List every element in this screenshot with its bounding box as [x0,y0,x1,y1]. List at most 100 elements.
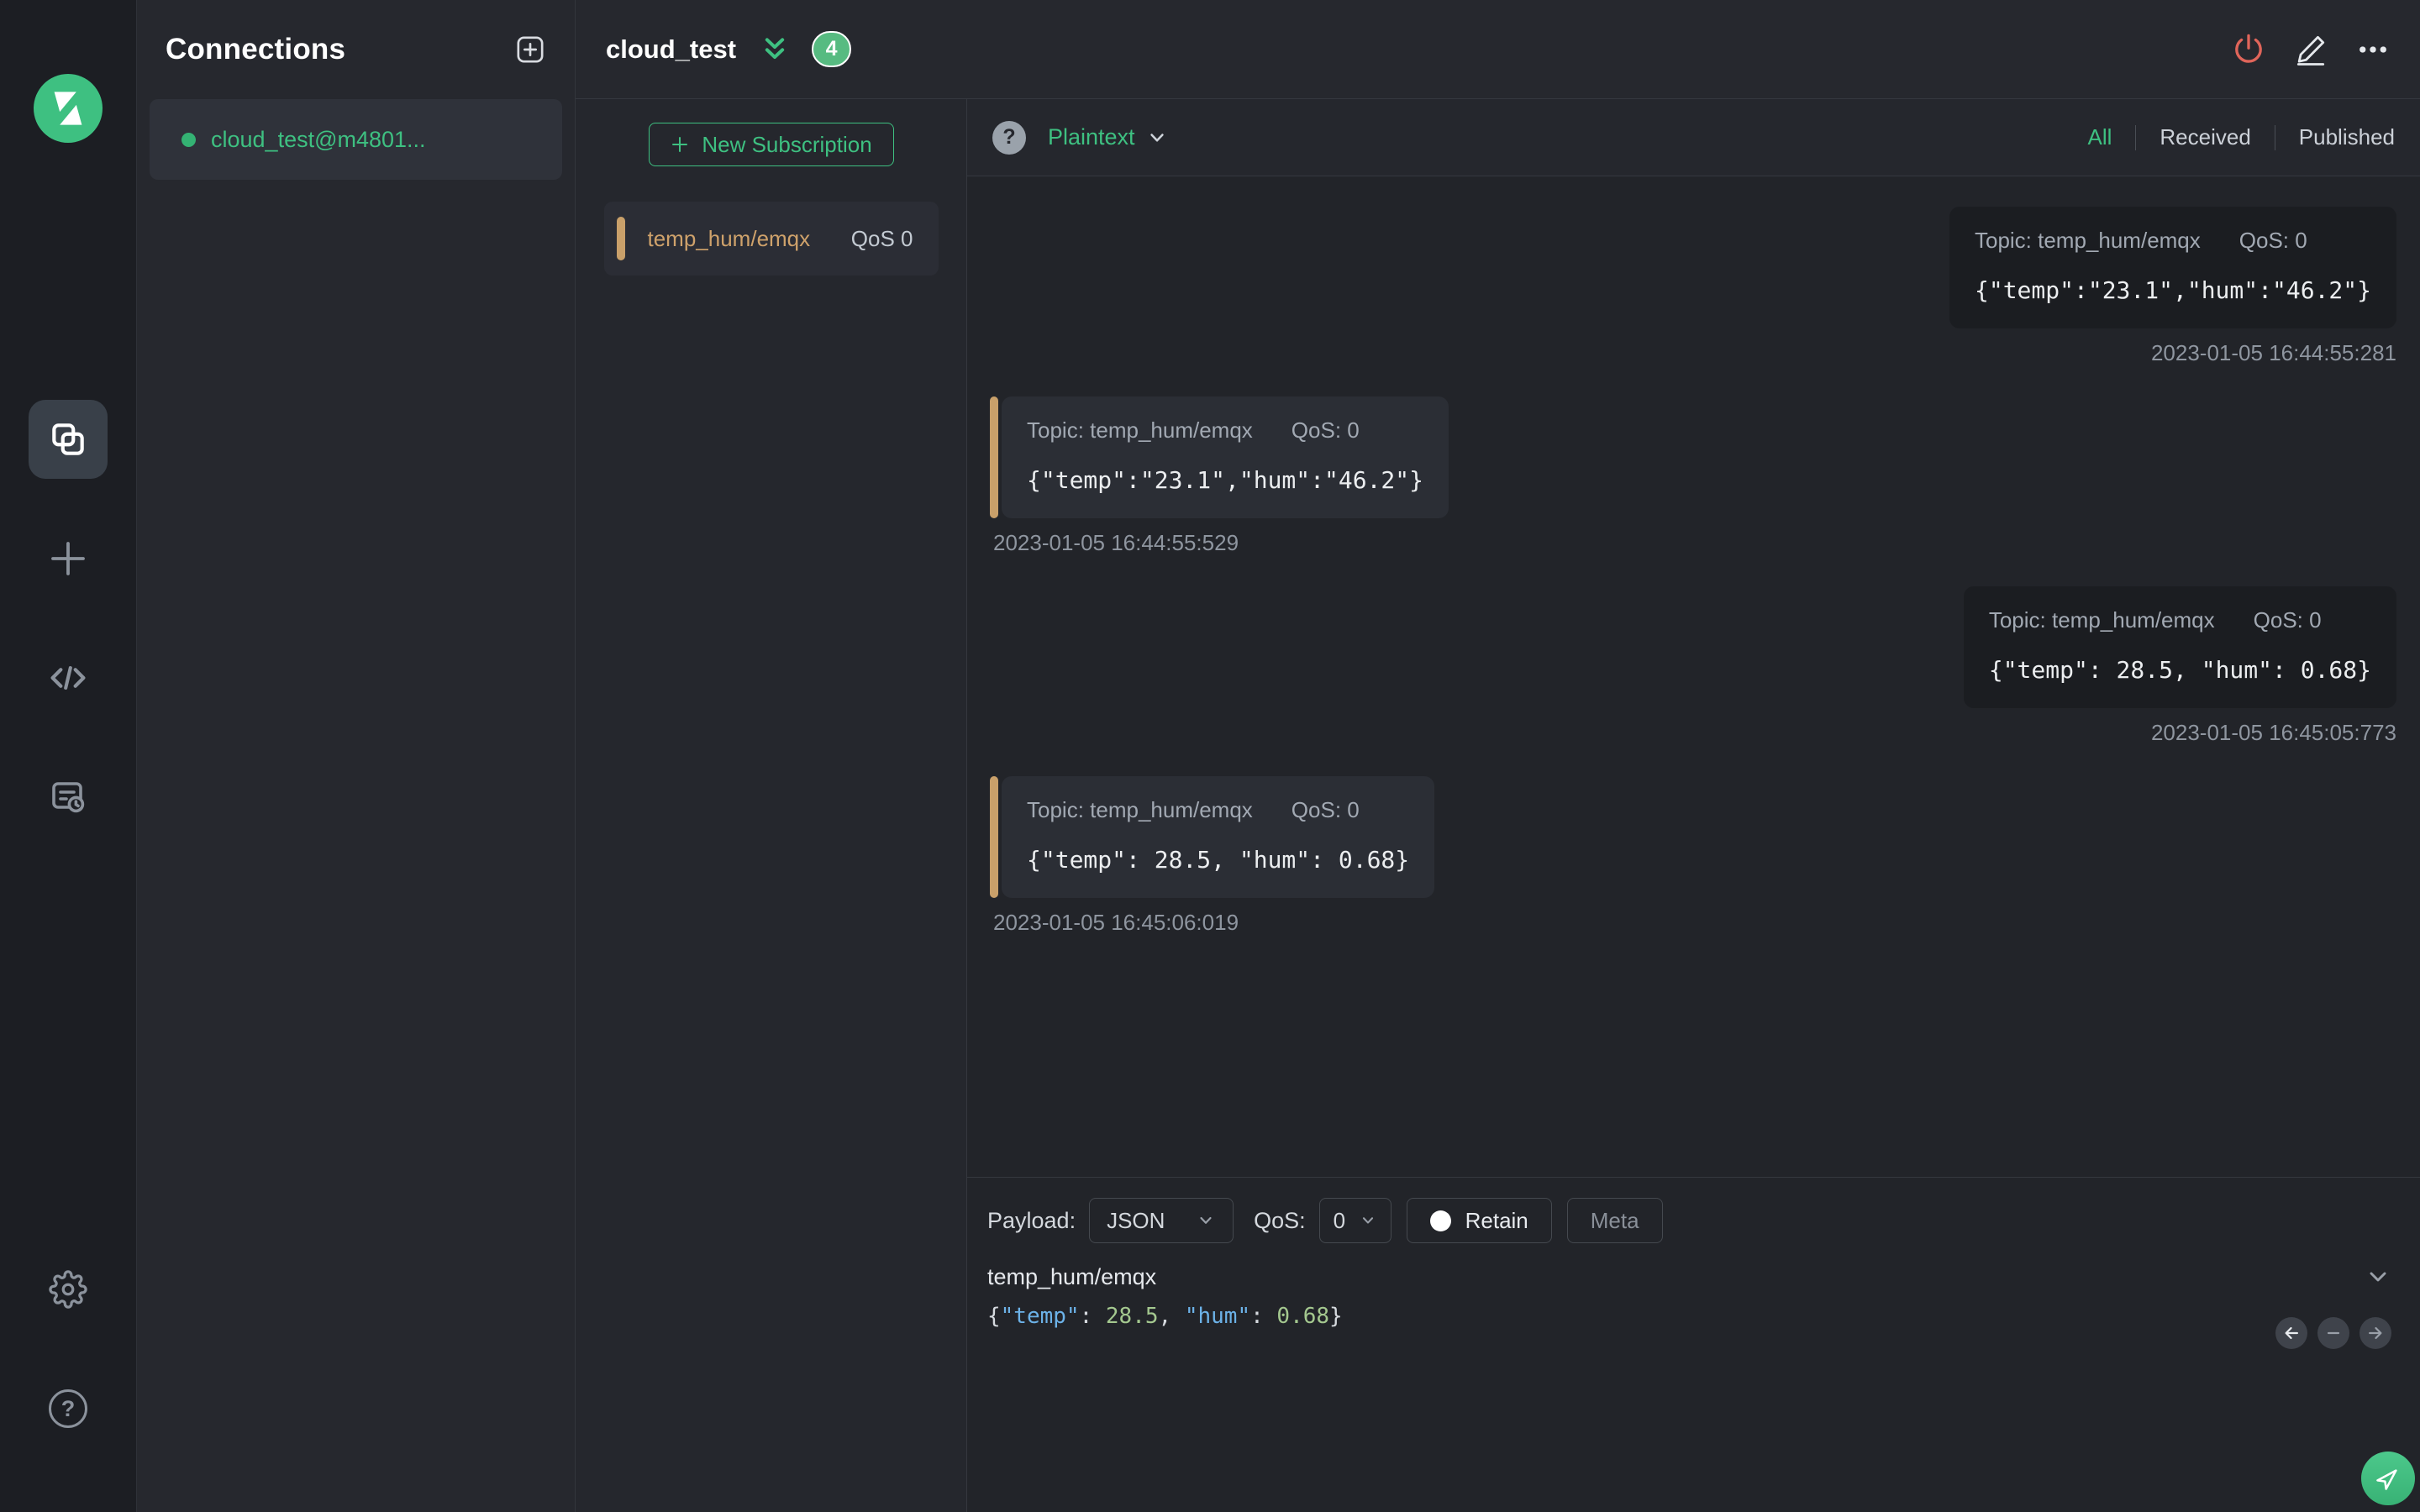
payload-format-value: JSON [1107,1207,1165,1233]
subscription-qos: QoS 0 [850,225,913,251]
publish-editor-row: {"temp": 28.5, "hum": 0.68} [987,1304,2395,1349]
meta-label: Meta [1590,1207,1639,1233]
nav-settings[interactable] [47,1268,89,1310]
payload-format-help-icon[interactable]: ? [992,120,1026,155]
message-received: Topic: temp_hum/emqx QoS: 0 {"temp": 28.5,… [990,776,2396,936]
qos-label: QoS: [1254,1207,1306,1233]
subscription-item[interactable]: temp_hum/emqx QoS 0 [603,202,939,276]
retain-indicator-dot [1429,1210,1451,1231]
history-next-button[interactable] [2360,1317,2391,1349]
payload-token-number: 28.5 [1105,1304,1159,1329]
message-topic: Topic: temp_hum/emqx [1988,607,2215,633]
new-subscription-label: New Subscription [702,131,872,157]
chevron-down-icon [1196,1210,1216,1231]
rail-bottom: ? [47,1268,89,1430]
edit-connection-button[interactable] [2291,30,2330,69]
new-subscription-button[interactable]: New Subscription [648,123,894,166]
message-payload: {"temp": 28.5, "hum": 0.68} [1027,846,1410,874]
message-bubble-wrap: Topic: temp_hum/emqx QoS: 0 {"temp":"23.1"… [1949,207,2396,328]
message-meta: Topic: temp_hum/emqx QoS: 0 [1975,228,2371,254]
nav-log[interactable] [29,758,108,837]
nav-script[interactable] [29,638,108,717]
qos-value: 0 [1333,1207,1346,1233]
plus-icon [670,134,690,155]
message-qos: QoS: 0 [2238,228,2307,253]
message-payload: {"temp": 28.5, "hum": 0.68} [1988,656,2371,684]
message-format-value: Plaintext [1048,124,1135,150]
app-rail: ? [0,0,137,1512]
retain-toggle[interactable]: Retain [1406,1198,1552,1243]
paper-plane-icon [2373,1463,2403,1494]
add-connection-button[interactable] [513,33,547,66]
message-timestamp: 2023-01-05 16:44:55:281 [2150,340,2396,365]
payload-token-number: 0.68 [1276,1304,1330,1329]
message-bubble[interactable]: Topic: temp_hum/emqx QoS: 0 {"temp": 28.5,… [1002,776,1435,898]
connection-item[interactable]: cloud_test@m4801... [150,99,562,180]
message-timestamp: 2023-01-05 16:45:05:773 [2150,720,2396,745]
collapse-editor-icon[interactable] [2365,1263,2391,1290]
message-bubble[interactable]: Topic: temp_hum/emqx QoS: 0 {"temp":"23.1"… [1002,396,1449,518]
message-bubble-wrap: Topic: temp_hum/emqx QoS: 0 {"temp": 28.5,… [1963,586,2396,708]
rail-nav [29,400,108,837]
tab-published[interactable]: Published [2299,124,2395,150]
topic-color-bar [990,776,998,898]
message-format-select[interactable]: Plaintext [1048,124,1169,150]
message-bubble[interactable]: Topic: temp_hum/emqx QoS: 0 {"temp":"23.1"… [1949,207,2396,328]
subscription-count-badge[interactable]: 4 [812,31,852,67]
disconnect-button[interactable] [2229,30,2268,69]
plus-icon [45,536,91,581]
send-button[interactable] [2361,1452,2415,1505]
code-icon [46,656,90,700]
message-published: Topic: temp_hum/emqx QoS: 0 {"temp":"23.1"… [990,207,2396,366]
arrow-right-icon [2366,1324,2385,1342]
nav-connections[interactable] [29,400,108,479]
tab-divider [2135,124,2137,150]
payload-token-punct: } [1329,1304,1343,1329]
subscription-topic: temp_hum/emqx [647,225,811,251]
power-icon [2231,32,2266,67]
payload-token-key: "temp" [1000,1304,1080,1329]
message-meta: Topic: temp_hum/emqx QoS: 0 [1027,797,1409,823]
topbar-actions [2229,30,2392,69]
connection-status-dot [182,132,196,147]
payload-token-key: "hum" [1184,1304,1251,1329]
connections-icon [47,418,89,460]
pencil-icon [2293,32,2328,67]
more-options-button[interactable] [2354,30,2392,69]
qos-dropdown[interactable]: 0 [1318,1198,1392,1243]
message-published: Topic: temp_hum/emqx QoS: 0 {"temp": 28.5,… [990,586,2396,746]
chevron-down-icon [1359,1211,1377,1230]
tab-received[interactable]: Received [2160,124,2250,150]
connection-title: cloud_test [606,34,737,64]
history-prev-button[interactable] [2275,1317,2307,1349]
message-payload: {"temp":"23.1","hum":"46.2"} [1027,466,1424,494]
connection-content: New Subscription temp_hum/emqx QoS 0 ? P… [576,99,2420,1512]
nav-new-connection[interactable] [29,519,108,598]
topic-color-bar [990,396,998,518]
message-qos: QoS: 0 [2253,607,2322,633]
message-meta: Topic: temp_hum/emqx QoS: 0 [1989,607,2371,633]
message-topic: Topic: temp_hum/emqx [1027,797,1253,822]
message-bubble[interactable]: Topic: temp_hum/emqx QoS: 0 {"temp": 28.5,… [1963,586,2396,708]
gear-icon [49,1270,87,1309]
nav-help[interactable]: ? [47,1388,89,1430]
message-qos: QoS: 0 [1291,417,1360,443]
payload-format-dropdown[interactable]: JSON [1089,1198,1234,1243]
ellipsis-icon [2355,32,2391,67]
message-qos: QoS: 0 [1291,797,1360,822]
tab-all[interactable]: All [2087,124,2112,150]
retain-label: Retain [1465,1207,1528,1233]
connection-topbar: cloud_test 4 [576,0,2420,99]
connection-name: cloud_test@m4801... [211,126,426,152]
publish-payload-editor[interactable]: {"temp": 28.5, "hum": 0.68} [987,1304,1343,1329]
message-received: Topic: temp_hum/emqx QoS: 0 {"temp":"23.1"… [990,396,2396,556]
collapse-subscriptions-icon[interactable] [758,33,792,66]
payload-token-punct: : [1079,1304,1106,1329]
log-icon [48,777,88,817]
payload-format-label: Payload: [987,1207,1076,1233]
history-nav [2275,1317,2391,1349]
publish-topic-input[interactable]: temp_hum/emqx [987,1264,1156,1290]
connections-panel: Connections cloud_test@m4801... [137,0,576,1512]
meta-button[interactable]: Meta [1566,1198,1663,1243]
history-clear-button[interactable] [2317,1317,2349,1349]
